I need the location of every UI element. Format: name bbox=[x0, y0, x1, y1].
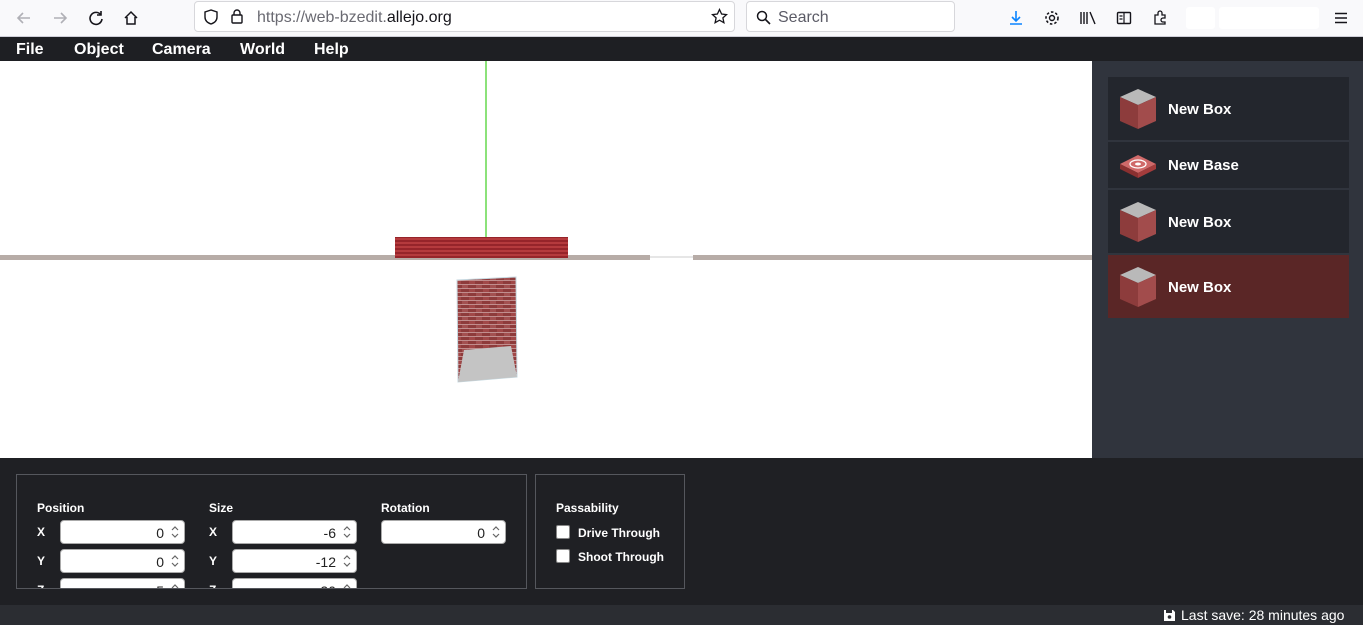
spinner-icon[interactable] bbox=[491, 524, 501, 540]
spinner-icon[interactable] bbox=[170, 553, 180, 569]
search-placeholder: Search bbox=[778, 9, 829, 26]
last-save-text: Last save: 28 minutes ago bbox=[1181, 607, 1345, 623]
object-list-sidebar: New Box New Base New Box New Box bbox=[1092, 61, 1363, 458]
object-label: New Box bbox=[1168, 101, 1232, 118]
search-input[interactable]: Search bbox=[746, 1, 955, 32]
lock-icon[interactable] bbox=[230, 8, 244, 29]
shoot-through-checkbox[interactable] bbox=[556, 549, 570, 563]
size-y-input[interactable]: -12 bbox=[232, 549, 357, 573]
size-x-input[interactable]: -6 bbox=[232, 520, 357, 544]
spinner-icon[interactable] bbox=[170, 524, 180, 540]
selected-box-floor bbox=[458, 346, 517, 382]
ground-plane-right bbox=[693, 255, 1092, 260]
spinner-icon[interactable] bbox=[342, 524, 352, 540]
bookmark-star-icon[interactable] bbox=[711, 7, 728, 30]
url-prefix: https://web-bzedit. bbox=[257, 9, 387, 26]
browser-toolbar: https://web-bzedit.allejo.org Search bbox=[0, 0, 1363, 37]
spinner-icon[interactable] bbox=[342, 582, 352, 589]
account-placeholder[interactable] bbox=[1219, 7, 1319, 29]
menu-object[interactable]: Object bbox=[74, 41, 124, 59]
menu-file[interactable]: File bbox=[16, 41, 44, 59]
url-domain: allejo.org bbox=[386, 9, 452, 26]
position-z-label: Z bbox=[37, 583, 44, 588]
position-z-input[interactable]: 5 bbox=[60, 578, 185, 589]
position-y-label: Y bbox=[37, 554, 46, 568]
spinner-icon[interactable] bbox=[170, 582, 180, 589]
shield-icon[interactable] bbox=[203, 9, 219, 30]
home-icon[interactable] bbox=[118, 5, 144, 31]
drive-through-label[interactable]: Drive Through bbox=[578, 526, 660, 540]
save-disk-icon bbox=[1164, 610, 1175, 621]
ground-plane-gap bbox=[650, 256, 693, 258]
properties-panel: Position Size Rotation X 0 Y 0 Z 5 X -6 … bbox=[0, 458, 1363, 605]
drive-through-checkbox[interactable] bbox=[556, 525, 570, 539]
search-icon bbox=[756, 10, 771, 30]
url-text[interactable]: https://web-bzedit.allejo.org bbox=[257, 9, 452, 27]
menu-help[interactable]: Help bbox=[314, 41, 349, 59]
object-item-box-3-selected[interactable]: New Box bbox=[1108, 255, 1349, 319]
size-heading: Size bbox=[209, 501, 234, 515]
reload-icon[interactable] bbox=[83, 5, 109, 31]
position-x-input[interactable]: 0 bbox=[60, 520, 185, 544]
download-icon[interactable] bbox=[1003, 5, 1029, 31]
object-item-box-2[interactable]: New Box bbox=[1108, 190, 1349, 254]
passability-heading: Passability bbox=[556, 501, 619, 515]
transform-panel: Position Size Rotation X 0 Y 0 Z 5 X -6 … bbox=[16, 474, 527, 589]
menu-world[interactable]: World bbox=[240, 41, 285, 59]
profile-avatar[interactable] bbox=[1186, 7, 1215, 29]
object-item-box-1[interactable]: New Box bbox=[1108, 77, 1349, 141]
position-heading: Position bbox=[37, 501, 85, 515]
object-item-base[interactable]: New Base bbox=[1108, 142, 1349, 189]
hamburger-menu-icon[interactable] bbox=[1328, 5, 1354, 31]
box-icon bbox=[1120, 202, 1156, 242]
extensions-icon[interactable] bbox=[1147, 5, 1173, 31]
rotation-heading: Rotation bbox=[381, 501, 430, 515]
shoot-through-label[interactable]: Shoot Through bbox=[578, 550, 664, 564]
menu-camera[interactable]: Camera bbox=[152, 41, 211, 59]
position-x-label: X bbox=[37, 525, 46, 539]
red-box-far[interactable] bbox=[395, 237, 568, 258]
url-bar[interactable]: https://web-bzedit.allejo.org bbox=[194, 1, 735, 32]
app-menubar: File Object Camera World Help bbox=[0, 37, 1363, 61]
box-icon bbox=[1120, 89, 1156, 129]
base-icon bbox=[1120, 155, 1156, 178]
object-label: New Base bbox=[1168, 157, 1239, 174]
size-z-input[interactable]: 20 bbox=[232, 578, 357, 589]
size-y-label: Y bbox=[209, 554, 218, 568]
forward-icon[interactable] bbox=[47, 5, 73, 31]
passability-panel: Passability Drive Through Shoot Through bbox=[535, 474, 685, 589]
size-x-label: X bbox=[209, 525, 218, 539]
library-icon[interactable] bbox=[1075, 5, 1101, 31]
object-label: New Box bbox=[1168, 279, 1232, 296]
spinner-icon[interactable] bbox=[342, 553, 352, 569]
scene-render bbox=[0, 61, 1092, 383]
box-icon bbox=[1120, 267, 1156, 307]
rotation-input[interactable]: 0 bbox=[381, 520, 506, 544]
reader-view-icon[interactable] bbox=[1111, 5, 1137, 31]
object-label: New Box bbox=[1168, 214, 1232, 231]
settings-gear-icon[interactable] bbox=[1039, 5, 1065, 31]
status-bar: Last save: 28 minutes ago bbox=[0, 605, 1363, 625]
back-icon[interactable] bbox=[11, 5, 37, 31]
3d-viewport[interactable] bbox=[0, 61, 1092, 458]
size-z-label: Z bbox=[209, 583, 216, 588]
position-y-input[interactable]: 0 bbox=[60, 549, 185, 573]
